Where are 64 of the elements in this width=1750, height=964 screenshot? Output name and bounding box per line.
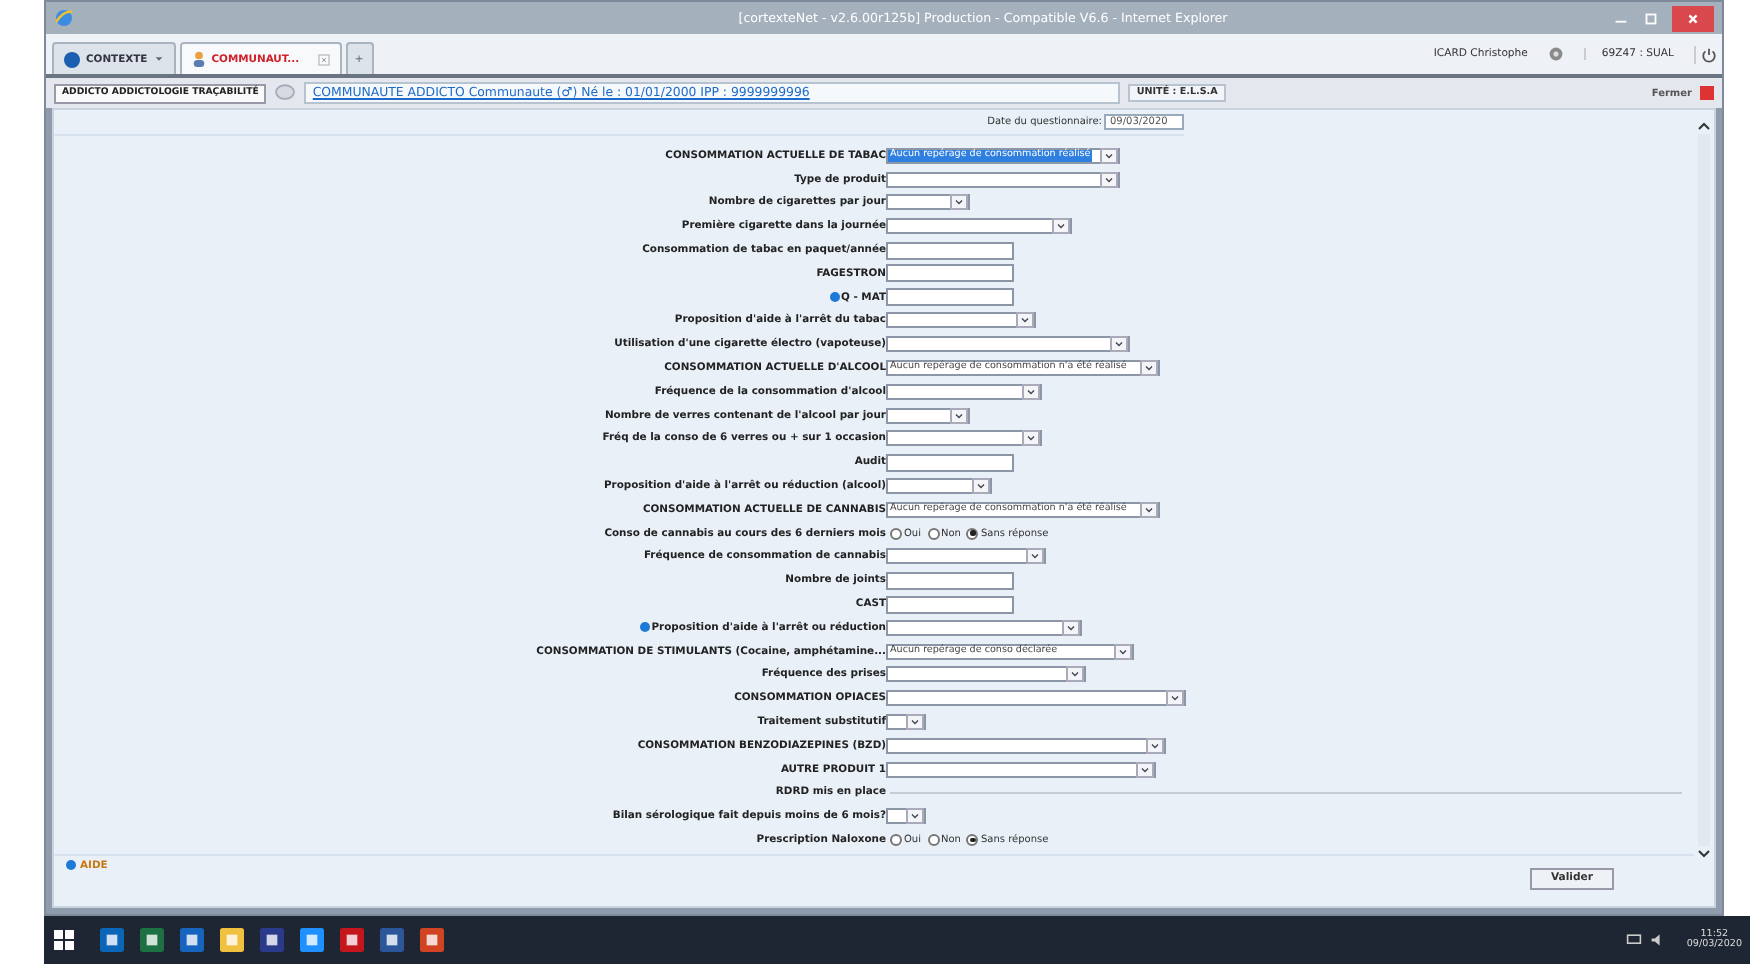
dropdown[interactable]: [886, 194, 970, 211]
chevron-down-icon: [1016, 312, 1034, 329]
close-icon[interactable]: [317, 53, 330, 65]
chevron-down-icon: [1136, 761, 1154, 778]
chevron-down-icon: [1022, 383, 1040, 400]
dropdown[interactable]: [886, 478, 992, 495]
dropdown[interactable]: [886, 430, 1042, 447]
chevron-down-icon: [1100, 171, 1118, 188]
dropdown[interactable]: [886, 336, 1130, 353]
person-icon: [191, 50, 206, 68]
chevron-down-icon: [1052, 218, 1070, 235]
close-button[interactable]: [1672, 5, 1714, 31]
chevron-down-icon: [950, 194, 968, 211]
comment-icon[interactable]: [274, 84, 297, 102]
chevron-down-icon: [972, 478, 990, 495]
chevron-down-icon: [1166, 690, 1184, 707]
chevron-down-icon: [950, 407, 968, 424]
input-field[interactable]: [886, 571, 1014, 590]
radio-button[interactable]: [966, 834, 979, 846]
dropdown[interactable]: [886, 737, 1166, 754]
chevron-down-icon: [1066, 666, 1084, 683]
scroll-down-icon[interactable]: [1696, 846, 1712, 862]
chevron-down-icon: [1022, 430, 1040, 447]
dropdown[interactable]: [886, 619, 1082, 636]
input-field[interactable]: [886, 288, 1014, 307]
info-icon[interactable]: [639, 622, 650, 633]
radio-button[interactable]: [890, 834, 902, 846]
input-field[interactable]: [886, 241, 1014, 260]
chevron-down-icon: [1100, 147, 1118, 164]
chevron-down-icon: [1140, 360, 1158, 377]
caret-icon: [153, 54, 164, 64]
info-icon[interactable]: [829, 292, 839, 303]
chevron-down-icon: [906, 714, 924, 731]
chevron-down-icon: [1146, 737, 1164, 754]
chevron-down-icon: [1026, 548, 1044, 565]
radio-button[interactable]: [927, 527, 939, 540]
radio-button[interactable]: [927, 834, 939, 846]
maximize-icon[interactable]: [1642, 9, 1660, 27]
dropdown[interactable]: [886, 218, 1072, 235]
chevron-down-icon: [1140, 501, 1158, 518]
start-icon[interactable]: [52, 928, 76, 952]
dropdown[interactable]: [886, 407, 970, 424]
radio-button[interactable]: [966, 527, 979, 540]
dropdown[interactable]: [886, 312, 1036, 329]
dropdown[interactable]: [886, 714, 926, 731]
input-field[interactable]: [886, 264, 1014, 283]
chevron-down-icon: [1062, 619, 1080, 636]
logo-icon: [64, 51, 80, 67]
chevron-down-icon: [906, 808, 924, 825]
power-icon[interactable]: [1694, 45, 1718, 63]
dropdown[interactable]: [886, 808, 926, 825]
radio-button[interactable]: [890, 527, 902, 540]
dropdown[interactable]: [886, 383, 1042, 400]
input-field[interactable]: [886, 595, 1014, 614]
dropdown[interactable]: [886, 171, 1120, 188]
close-icon: [1684, 9, 1702, 27]
dropdown[interactable]: [886, 761, 1156, 778]
input-field[interactable]: [886, 453, 1014, 472]
chevron-down-icon: [1110, 336, 1128, 353]
scroll-up-icon[interactable]: [1696, 118, 1712, 134]
gear-icon[interactable]: [1547, 46, 1564, 62]
chevron-down-icon: [1114, 643, 1132, 660]
dropdown[interactable]: [886, 690, 1186, 707]
dropdown[interactable]: [886, 666, 1086, 683]
